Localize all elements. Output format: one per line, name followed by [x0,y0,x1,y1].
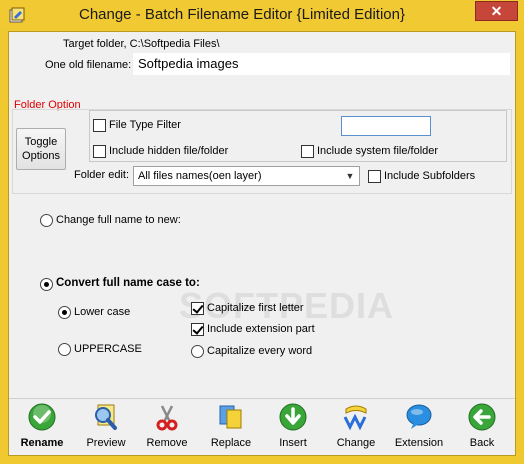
include-hidden-label: Include hidden file/folder [109,145,229,157]
target-folder-label: Target folder, C:\Softpedia Files\ [63,38,220,50]
insert-label: Insert [279,437,307,449]
extension-label: Extension [394,437,444,449]
rename-button[interactable]: Rename [12,399,72,457]
title-bar[interactable]: Change - Batch Filename Editor {Limited … [0,0,524,30]
convert-case-label: Convert full name case to: [56,277,200,289]
preview-button[interactable]: Preview [76,399,136,457]
main-panel: Target folder, C:\Softpedia Files\ One o… [8,31,516,456]
remove-label: Remove [146,437,188,449]
back-arrow-icon [468,403,496,431]
include-extension-checkbox[interactable] [191,323,204,336]
include-hidden-checkbox[interactable] [93,145,106,158]
change-button[interactable]: Change [326,399,386,457]
file-type-filter-checkbox[interactable] [93,119,106,132]
change-full-name-label: Change full name to new: [56,214,181,226]
include-subfolders-label: Include Subfolders [384,170,476,182]
window-title: Change - Batch Filename Editor {Limited … [78,6,405,23]
preview-label: Preview [86,437,126,449]
change-text-icon [343,405,367,431]
rename-check-icon [28,403,56,431]
uppercase-label: UPPERCASE [74,343,142,355]
capitalize-first-checkbox[interactable] [191,302,204,315]
toggle-options-button[interactable]: Toggle Options [16,128,66,170]
change-full-name-radio[interactable] [40,214,53,227]
close-button[interactable]: ✕ [475,1,518,21]
rename-label: Rename [20,437,64,449]
old-filename-field[interactable]: Softpedia images [133,53,510,75]
folder-edit-select[interactable]: All files names(oen layer) ▼ [133,166,360,186]
extension-bubble-icon [406,404,432,429]
folder-edit-label: Folder edit: [74,169,130,181]
extension-button[interactable]: Extension [389,399,449,457]
change-label: Change [336,437,376,449]
back-label: Back [469,437,495,449]
include-extension-label: Include extension part [207,323,315,335]
toggle-button-line1: Toggle [24,136,58,148]
file-type-filter-input[interactable] [341,116,431,136]
capitalize-first-label: Capitalize first letter [207,302,304,314]
back-button[interactable]: Back [452,399,512,457]
capitalize-every-word-radio[interactable] [191,345,204,358]
folder-edit-value: All files names(oen layer) [138,170,262,182]
uppercase-radio[interactable] [58,343,71,356]
old-filename-label: One old filename: [45,59,132,71]
insert-button[interactable]: Insert [263,399,323,457]
preview-magnifier-icon [95,404,117,430]
replace-button[interactable]: Replace [201,399,261,457]
include-subfolders-checkbox[interactable] [368,170,381,183]
replace-papers-icon [219,405,242,429]
convert-case-radio[interactable] [40,278,53,291]
insert-arrow-icon [279,403,307,431]
include-system-checkbox[interactable] [301,145,314,158]
toggle-button-line2: Options [22,150,60,162]
lower-case-label: Lower case [74,306,131,318]
chevron-down-icon: ▼ [345,171,355,181]
remove-scissors-icon [156,405,178,431]
include-system-label: Include system file/folder [317,145,439,157]
capitalize-every-word-label: Capitalize every word [207,345,313,357]
toolbar: Rename Preview Remove Replace Insert Cha… [9,398,515,456]
app-window: Change - Batch Filename Editor {Limited … [0,0,524,464]
file-type-filter-label: File Type Filter [109,119,181,131]
remove-button[interactable]: Remove [137,399,197,457]
replace-label: Replace [210,437,252,449]
lower-case-radio[interactable] [58,306,71,319]
